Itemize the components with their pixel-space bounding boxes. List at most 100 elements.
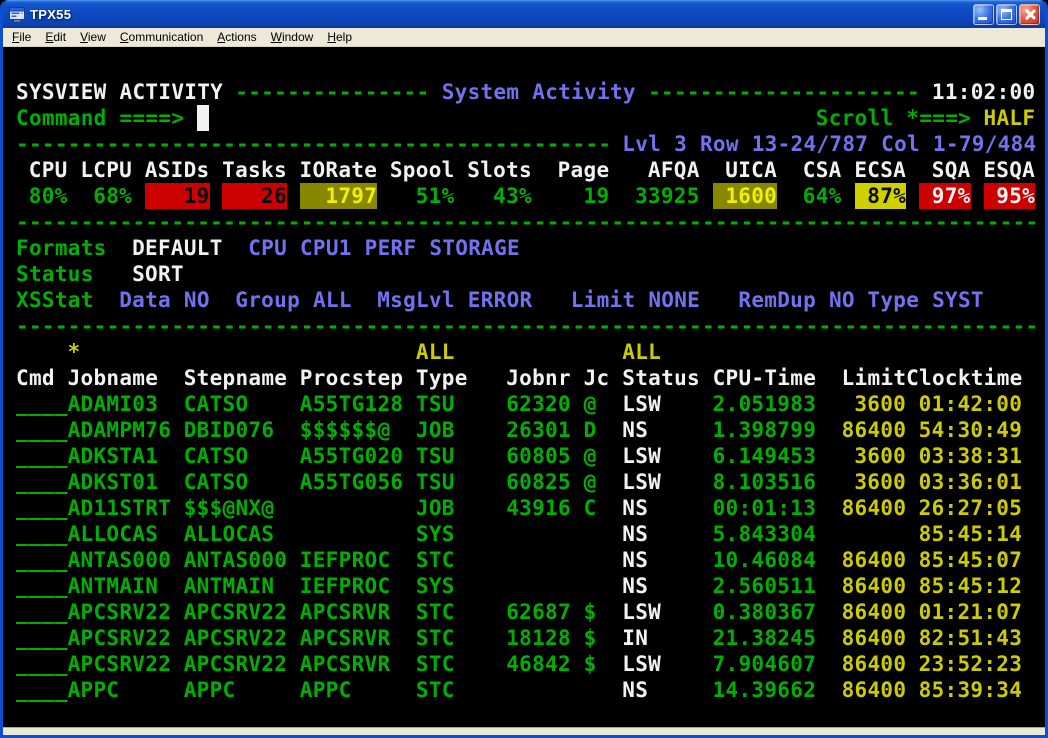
job-limit: 86400	[842, 599, 907, 625]
menu-item-window[interactable]: Window	[264, 29, 321, 46]
menu-item-help[interactable]: Help	[320, 29, 359, 46]
job-stepname: ALLOCAS	[184, 521, 287, 547]
table-row: ____APCSRV22APCSRV22APCSRVRSTC46842$LSW7…	[3, 651, 1045, 677]
stat-value-afqa: 33925	[609, 183, 699, 209]
menu-item-edit[interactable]: Edit	[38, 29, 73, 46]
job-procstep: A55TG020	[300, 443, 403, 469]
cmd-input[interactable]: ____	[16, 417, 68, 443]
job-jc: $	[584, 651, 610, 677]
job-status: LSW	[622, 443, 699, 469]
maximize-button[interactable]	[996, 4, 1017, 25]
stat-value-esqa: 95%	[984, 183, 1036, 209]
column-header-jobnr: Jobnr	[506, 365, 571, 391]
xsstat-label: XSStat	[16, 287, 94, 313]
job-status: LSW	[622, 469, 699, 495]
minimize-button[interactable]	[973, 4, 994, 25]
job-clock: 82:51:43	[906, 625, 1022, 651]
job-clock: 85:39:34	[906, 677, 1022, 703]
scroll-label: Scroll *===>	[816, 105, 971, 131]
job-procstep: APCSRVR	[300, 651, 403, 677]
job-jc: C	[584, 495, 610, 521]
close-button[interactable]	[1019, 4, 1040, 25]
terminal-row: ----------------------------------------…	[3, 313, 1045, 339]
job-cpu: 6.149453	[713, 443, 816, 469]
job-jobnr: 26301	[506, 417, 571, 443]
stat-value-ecsa: 87%	[855, 183, 907, 209]
filter-type[interactable]: ALL	[416, 339, 455, 365]
job-status: LSW	[622, 651, 699, 677]
job-procstep: APCSRVR	[300, 599, 403, 625]
stat-header-lcpu: LCPU	[68, 157, 133, 183]
job-jobname: ADKSTA1	[68, 443, 171, 469]
cmd-input[interactable]: ____	[16, 469, 68, 495]
job-jobname: ANTAS000	[68, 547, 171, 573]
job-cpu: 0.380367	[713, 599, 816, 625]
cmd-input[interactable]: ____	[16, 391, 68, 417]
job-jc: @	[584, 391, 610, 417]
job-jc: @	[584, 469, 610, 495]
app-icon	[9, 6, 25, 22]
stat-header-slots: Slots	[455, 157, 532, 183]
screen-subtitle: System Activity	[442, 79, 636, 105]
job-cpu: 21.38245	[713, 625, 816, 651]
cmd-input[interactable]: ____	[16, 599, 68, 625]
table-row: ____ADKSTA1CATSOA55TG020TSU60805@LSW6.14…	[3, 443, 1045, 469]
cmd-input[interactable]: ____	[16, 547, 68, 573]
titlebar[interactable]: TPX55	[3, 0, 1045, 28]
position-info: Lvl 3 Row 13-24/787 Col 1-79/484	[622, 131, 1036, 157]
menu-item-actions[interactable]: Actions	[210, 29, 263, 46]
divider-dashes: ----------------------------------------…	[16, 131, 611, 157]
scroll-value[interactable]: HALF	[984, 105, 1036, 131]
job-jobname: APCSRV22	[68, 625, 171, 651]
menu-item-view[interactable]: View	[73, 29, 113, 46]
table-row: ____APPCAPPCAPPCSTCNS14.396628640085:39:…	[3, 677, 1045, 703]
stat-value-cpu: 80%	[16, 183, 68, 209]
menu-item-file[interactable]: File	[5, 29, 38, 46]
job-limit: 86400	[842, 677, 907, 703]
application-window: TPX55 FileEditViewCommunicationActionsWi…	[0, 0, 1048, 738]
divider-dashes: ----------------------------------------…	[16, 313, 1039, 339]
setting-data: Data NO	[119, 287, 210, 313]
cmd-input[interactable]: ____	[16, 495, 68, 521]
setting-limit: Limit NONE	[571, 287, 700, 313]
job-cpu: 8.103516	[713, 469, 816, 495]
stat-value-iorate: 1797	[300, 183, 377, 209]
job-status: LSW	[622, 391, 699, 417]
table-row: ____APCSRV22APCSRV22APCSRVRSTC62687$LSW0…	[3, 599, 1045, 625]
job-jobnr: 62320	[506, 391, 571, 417]
stat-header-asids: ASIDs	[132, 157, 209, 183]
setting-group: Group ALL	[235, 287, 352, 313]
cmd-input[interactable]: ____	[16, 651, 68, 677]
job-status: NS	[622, 677, 699, 703]
cmd-input[interactable]: ____	[16, 443, 68, 469]
titlebar-buttons	[971, 4, 1040, 25]
job-procstep: APCSRVR	[300, 625, 403, 651]
menu-item-communication[interactable]: Communication	[113, 29, 210, 46]
cmd-input[interactable]: ____	[16, 573, 68, 599]
job-clock: 54:30:49	[906, 417, 1022, 443]
job-type: STC	[416, 651, 468, 677]
table-row: ____ALLOCASALLOCASSYSNS5.84330485:45:14	[3, 521, 1045, 547]
job-clock: 85:45:07	[906, 547, 1022, 573]
cursor[interactable]	[197, 105, 210, 131]
filter-status[interactable]: ALL	[622, 339, 661, 365]
terminal-row: 80%68%1926179751%43%1933925160064%87%97%…	[3, 183, 1045, 209]
cmd-input[interactable]: ____	[16, 625, 68, 651]
job-status: NS	[622, 521, 699, 547]
column-header-limit: Limit	[842, 365, 907, 391]
job-status: NS	[622, 547, 699, 573]
job-clock: 03:38:31	[906, 443, 1022, 469]
job-stepname: APCSRV22	[184, 599, 287, 625]
job-stepname: ANTMAIN	[184, 573, 287, 599]
column-header-cmd: Cmd	[16, 365, 68, 391]
terminal-screen[interactable]: SYSVIEW ACTIVITY---------------System Ac…	[3, 47, 1045, 727]
job-jobname: ADAMI03	[68, 391, 171, 417]
cmd-input[interactable]: ____	[16, 677, 68, 703]
filter-jobname[interactable]: *	[68, 339, 81, 365]
job-status: IN	[622, 625, 699, 651]
cmd-input[interactable]: ____	[16, 521, 68, 547]
stat-header-uica: UICA	[700, 157, 777, 183]
job-cpu: 10.46084	[713, 547, 816, 573]
job-stepname: CATSO	[184, 391, 287, 417]
job-limit: 86400	[842, 625, 907, 651]
